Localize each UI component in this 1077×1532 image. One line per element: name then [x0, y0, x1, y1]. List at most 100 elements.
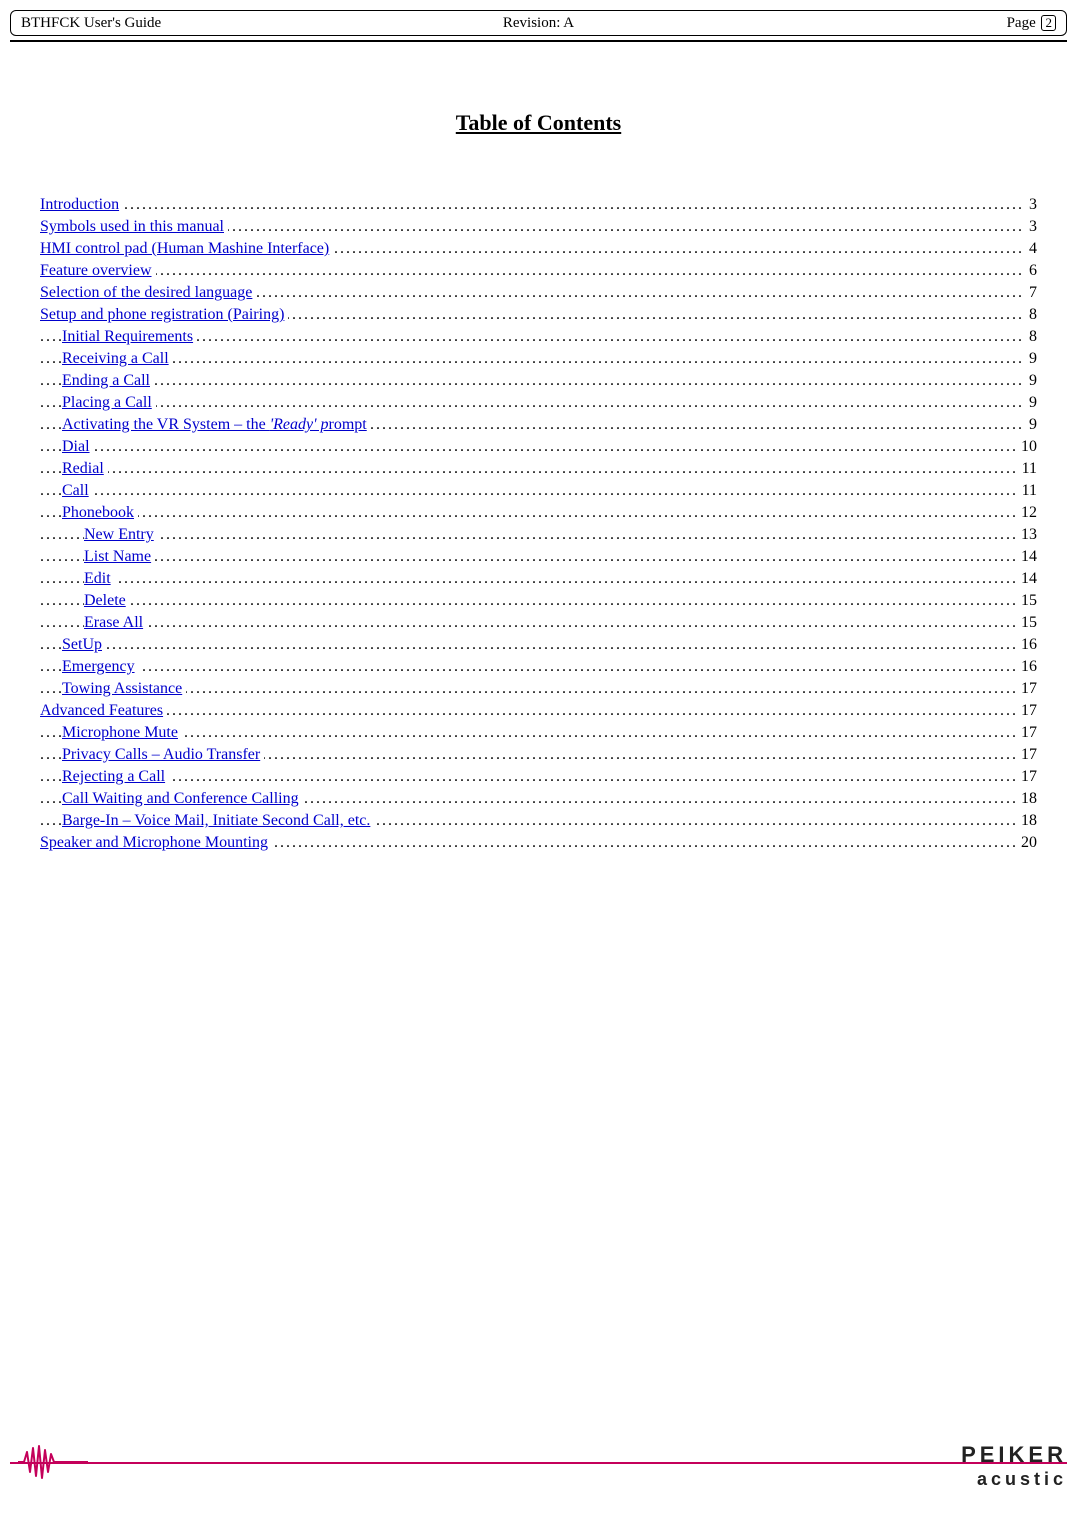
toc-entry: ........................................… — [40, 789, 1037, 811]
brand-logo-bottom: acustic — [961, 1470, 1067, 1488]
toc-page-number: 18 — [1017, 789, 1037, 810]
toc-page-number: 11 — [1018, 459, 1037, 480]
toc-entry: ........................................… — [40, 415, 1037, 437]
toc-leader-dots: ........................................… — [40, 591, 1037, 612]
toc-entry: ........................................… — [40, 569, 1037, 591]
toc-link[interactable]: Barge-In – Voice Mail, Initiate Second C… — [62, 812, 374, 829]
toc-entry: ........................................… — [40, 811, 1037, 833]
toc-page-number: 11 — [1018, 481, 1037, 502]
toc-entry: ........................................… — [40, 503, 1037, 525]
toc-page-number: 9 — [1025, 371, 1037, 392]
toc-leader-dots: ........................................… — [40, 437, 1037, 458]
toc-link[interactable]: Rejecting a Call — [62, 768, 169, 785]
toc-link[interactable]: SetUp — [62, 636, 106, 653]
toc-page-number: 17 — [1017, 679, 1037, 700]
toc-entry: ........................................… — [40, 591, 1037, 613]
toc-link[interactable]: New Entry — [84, 526, 158, 543]
toc-entry: ........................................… — [40, 459, 1037, 481]
toc-link[interactable]: Advanced Features — [40, 702, 167, 719]
toc-link[interactable]: Feature overview — [40, 262, 156, 279]
toc-entry: ........................................… — [40, 305, 1037, 327]
toc-link[interactable]: Edit — [84, 570, 115, 587]
toc-link[interactable]: Towing Assistance — [62, 680, 186, 697]
toc-leader-dots: ........................................… — [40, 481, 1037, 502]
header-left: BTHFCK User's Guide — [21, 15, 363, 32]
toc-entry: ........................................… — [40, 349, 1037, 371]
toc-page-number: 17 — [1017, 723, 1037, 744]
toc-link[interactable]: Delete — [84, 592, 130, 609]
toc-leader-dots: ........................................… — [40, 679, 1037, 700]
toc-page-number: 10 — [1017, 437, 1037, 458]
toc-page-number: 3 — [1025, 217, 1037, 238]
toc-entry: ........................................… — [40, 327, 1037, 349]
toc-leader-dots: ........................................… — [40, 503, 1037, 524]
toc-page-number: 3 — [1025, 195, 1037, 216]
toc-link[interactable]: Placing a Call — [62, 394, 156, 411]
toc-leader-dots: ........................................… — [40, 701, 1037, 722]
toc-leader-dots: ........................................… — [40, 723, 1037, 744]
toc-link[interactable]: Symbols used in this manual — [40, 218, 228, 235]
footer-divider — [10, 1462, 1067, 1464]
toc-entry: ........................................… — [40, 745, 1037, 767]
toc-entry: ........................................… — [40, 481, 1037, 503]
toc-link[interactable]: Call Waiting and Conference Calling — [62, 790, 303, 807]
toc-link[interactable]: Privacy Calls – Audio Transfer — [62, 746, 264, 763]
toc-link[interactable]: Erase All — [84, 614, 147, 631]
toc-page-number: 7 — [1025, 283, 1037, 304]
toc-link[interactable]: HMI control pad (Human Mashine Interface… — [40, 240, 333, 257]
page-number: 2 — [1041, 15, 1056, 31]
toc-entry: ........................................… — [40, 613, 1037, 635]
toc-entry: ........................................… — [40, 767, 1037, 789]
toc-entry: ........................................… — [40, 371, 1037, 393]
header-divider — [10, 40, 1067, 42]
toc-leader-dots: ........................................… — [40, 459, 1037, 480]
toc-page-number: 13 — [1017, 525, 1037, 546]
toc-link[interactable]: Speaker and Microphone Mounting — [40, 834, 272, 851]
toc-link[interactable]: Call — [62, 482, 93, 499]
toc-leader-dots: ........................................… — [40, 525, 1037, 546]
page-title: Table of Contents — [0, 110, 1077, 136]
toc-link[interactable]: Selection of the desired language — [40, 284, 256, 301]
toc-entry: ........................................… — [40, 525, 1037, 547]
toc-leader-dots: ........................................… — [40, 371, 1037, 392]
toc-entry: ........................................… — [40, 239, 1037, 261]
toc-page-number: 15 — [1017, 591, 1037, 612]
toc-leader-dots: ........................................… — [40, 393, 1037, 414]
toc-link[interactable]: Phonebook — [62, 504, 138, 521]
toc-entry: ........................................… — [40, 547, 1037, 569]
toc-page-number: 9 — [1025, 349, 1037, 370]
toc-entry: ........................................… — [40, 283, 1037, 305]
toc-page-number: 6 — [1025, 261, 1037, 282]
toc-link[interactable]: List Name — [84, 548, 155, 565]
toc-link[interactable]: Emergency — [62, 658, 139, 675]
toc-entry: ........................................… — [40, 393, 1037, 415]
toc-page-number: 12 — [1017, 503, 1037, 524]
toc-link[interactable]: Dial — [62, 438, 94, 455]
toc-link[interactable]: Initial Requirements — [62, 328, 197, 345]
toc-page-number: 17 — [1017, 701, 1037, 722]
toc-page-number: 15 — [1017, 613, 1037, 634]
toc-entry: ........................................… — [40, 701, 1037, 723]
toc-page-number: 9 — [1025, 393, 1037, 414]
toc-entry: ........................................… — [40, 217, 1037, 239]
toc-page-number: 9 — [1025, 415, 1037, 436]
toc-entry: ........................................… — [40, 679, 1037, 701]
toc-page-number: 18 — [1017, 811, 1037, 832]
brand-logo-top: PEIKER — [961, 1444, 1067, 1466]
toc-link[interactable]: Redial — [62, 460, 108, 477]
toc-link[interactable]: Setup and phone registration (Pairing) — [40, 306, 288, 323]
toc-leader-dots: ........................................… — [40, 635, 1037, 656]
toc-entry: ........................................… — [40, 723, 1037, 745]
toc-link[interactable]: Activating the VR System – the 'Ready' p… — [62, 416, 371, 433]
toc-link-italic: 'Ready' p — [270, 416, 329, 433]
header-frame: BTHFCK User's Guide Revision: A Page 2 — [10, 10, 1067, 36]
toc-page-number: 8 — [1025, 305, 1037, 326]
toc-link-tail: rompt — [329, 416, 367, 433]
toc-link[interactable]: Receiving a Call — [62, 350, 173, 367]
toc-link[interactable]: Introduction — [40, 196, 123, 213]
toc-leader-dots: ........................................… — [40, 349, 1037, 370]
toc-leader-dots: ........................................… — [40, 767, 1037, 788]
toc-link[interactable]: Ending a Call — [62, 372, 154, 389]
toc-link[interactable]: Microphone Mute — [62, 724, 182, 741]
toc-entry: ........................................… — [40, 195, 1037, 217]
